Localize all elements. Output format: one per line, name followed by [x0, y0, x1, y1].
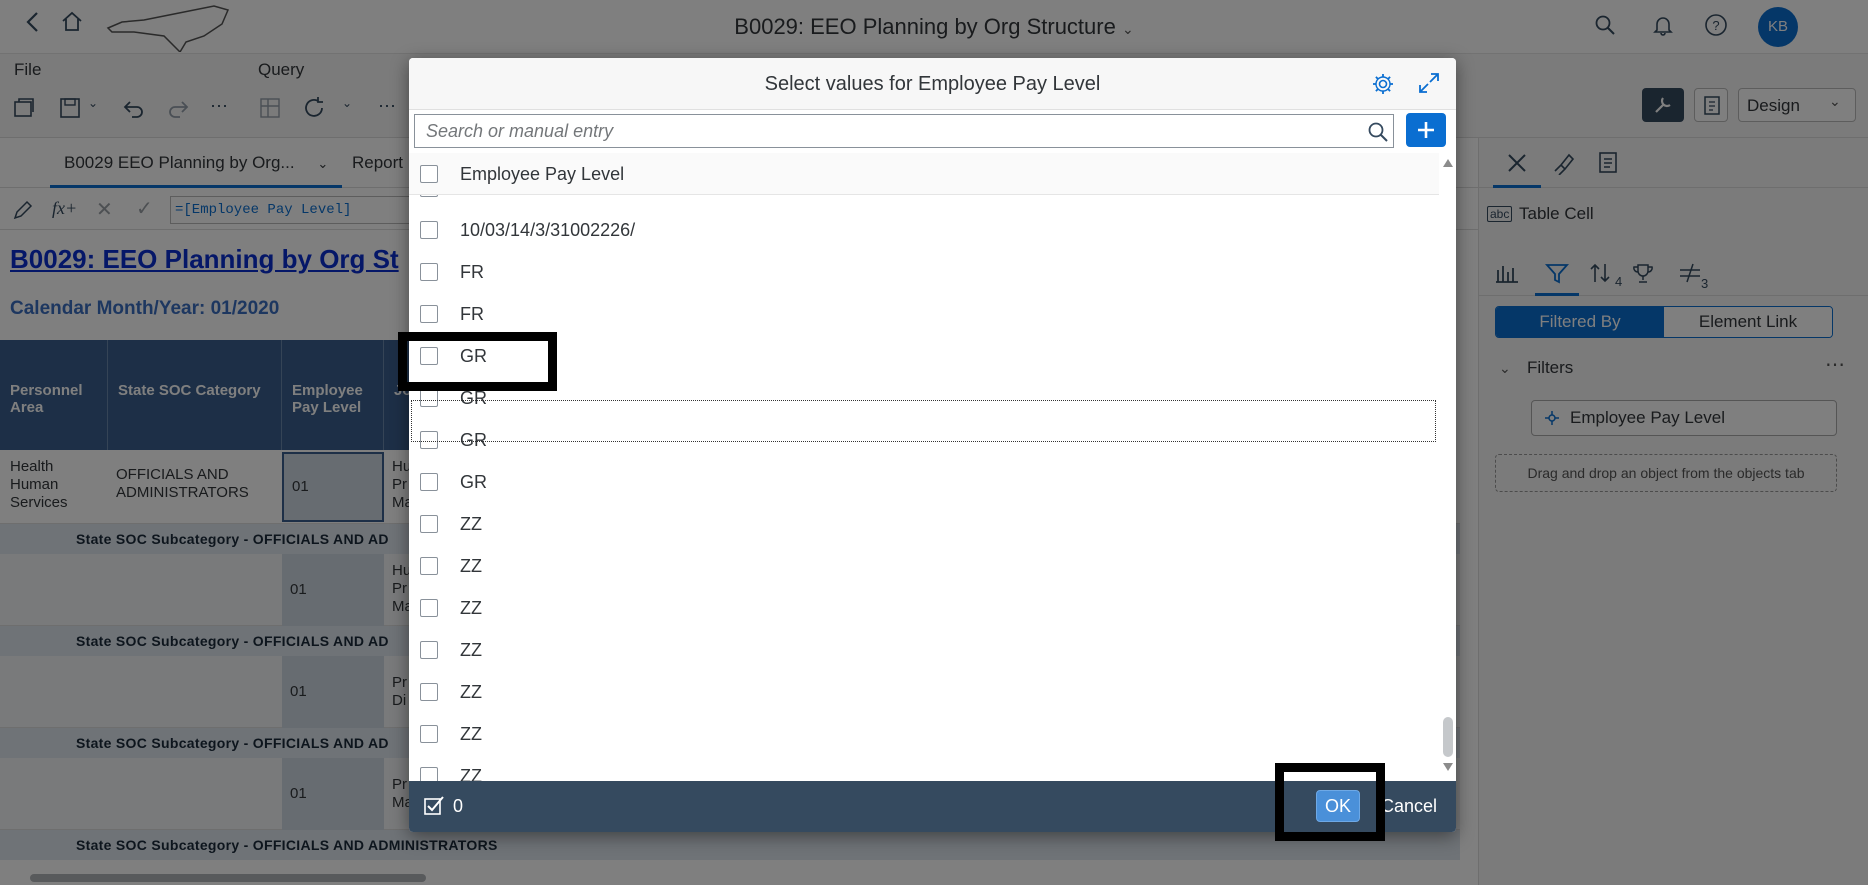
expand-icon[interactable]: [1417, 71, 1441, 95]
dialog-title: Select values for Employee Pay Level: [764, 73, 1101, 95]
selected-checkbox-icon[interactable]: [423, 795, 445, 817]
list-item-checkbox[interactable]: [420, 473, 438, 491]
search-icon[interactable]: [1367, 121, 1389, 143]
list-item-checkbox[interactable]: [420, 767, 438, 781]
list-item[interactable]: ZZ: [409, 587, 1439, 629]
list-item-label: ZZ: [460, 682, 482, 702]
list-item-label: ZZ: [460, 724, 482, 744]
highlight-box-gr-row: [398, 332, 557, 391]
list-item[interactable]: GR: [409, 461, 1439, 503]
list-item-checkbox[interactable]: [420, 641, 438, 659]
select-all-checkbox[interactable]: [420, 165, 438, 183]
list-item-label: FR: [460, 304, 484, 324]
list-header: Employee Pay Level: [409, 153, 1439, 195]
list-item-checkbox[interactable]: [420, 599, 438, 617]
list-item[interactable]: ZZ: [409, 629, 1439, 671]
list-item-label: ZZ: [460, 514, 482, 534]
focused-row-outline: [411, 400, 1436, 442]
list-item-checkbox[interactable]: [420, 221, 438, 239]
list-item-label: GR: [460, 472, 487, 492]
list-item-checkbox[interactable]: [420, 725, 438, 743]
vertical-scrollbar[interactable]: [1440, 153, 1456, 781]
cancel-button[interactable]: Cancel: [1381, 796, 1437, 817]
dialog-header: Select values for Employee Pay Level: [409, 58, 1456, 110]
list-item[interactable]: GR: [409, 335, 1439, 377]
add-value-button[interactable]: [1406, 113, 1446, 147]
scroll-up-arrow-icon[interactable]: [1443, 159, 1453, 167]
select-values-dialog: Select values for Employee Pay Level 041…: [409, 58, 1456, 832]
list-item-checkbox[interactable]: [420, 557, 438, 575]
selected-count: 0: [453, 796, 464, 816]
list-item-checkbox[interactable]: [420, 683, 438, 701]
list-item[interactable]: FR: [409, 251, 1439, 293]
list-item[interactable]: ZZ: [409, 671, 1439, 713]
list-item-label: 10/03/14/3/31002226/: [460, 220, 636, 240]
list-item[interactable]: ZZ: [409, 545, 1439, 587]
list-item-checkbox[interactable]: [420, 263, 438, 281]
search-field: [414, 114, 1394, 148]
list-item[interactable]: ZZ: [409, 713, 1439, 755]
values-list: 0410/03/14/3/31002226/FRFRGRGRGRGRZZZZZZ…: [409, 153, 1439, 781]
list-item-label: ZZ: [460, 598, 482, 618]
list-item-checkbox[interactable]: [420, 515, 438, 533]
list-item-label: FR: [460, 262, 484, 282]
list-item[interactable]: ZZ: [409, 503, 1439, 545]
list-item-checkbox[interactable]: [420, 305, 438, 323]
list-item[interactable]: 10/03/14/3/31002226/: [409, 209, 1439, 251]
list-header-label: Employee Pay Level: [460, 164, 625, 184]
scroll-thumb[interactable]: [1443, 717, 1453, 757]
settings-gear-icon[interactable]: [1371, 72, 1395, 96]
scroll-down-arrow-icon[interactable]: [1443, 763, 1453, 771]
search-input[interactable]: [415, 115, 1355, 147]
highlight-box-ok-button: [1275, 763, 1385, 841]
list-item[interactable]: FR: [409, 293, 1439, 335]
list-item-label: ZZ: [460, 640, 482, 660]
plus-icon: [1416, 120, 1436, 140]
list-item-label: ZZ: [460, 766, 482, 781]
list-item-label: ZZ: [460, 556, 482, 576]
